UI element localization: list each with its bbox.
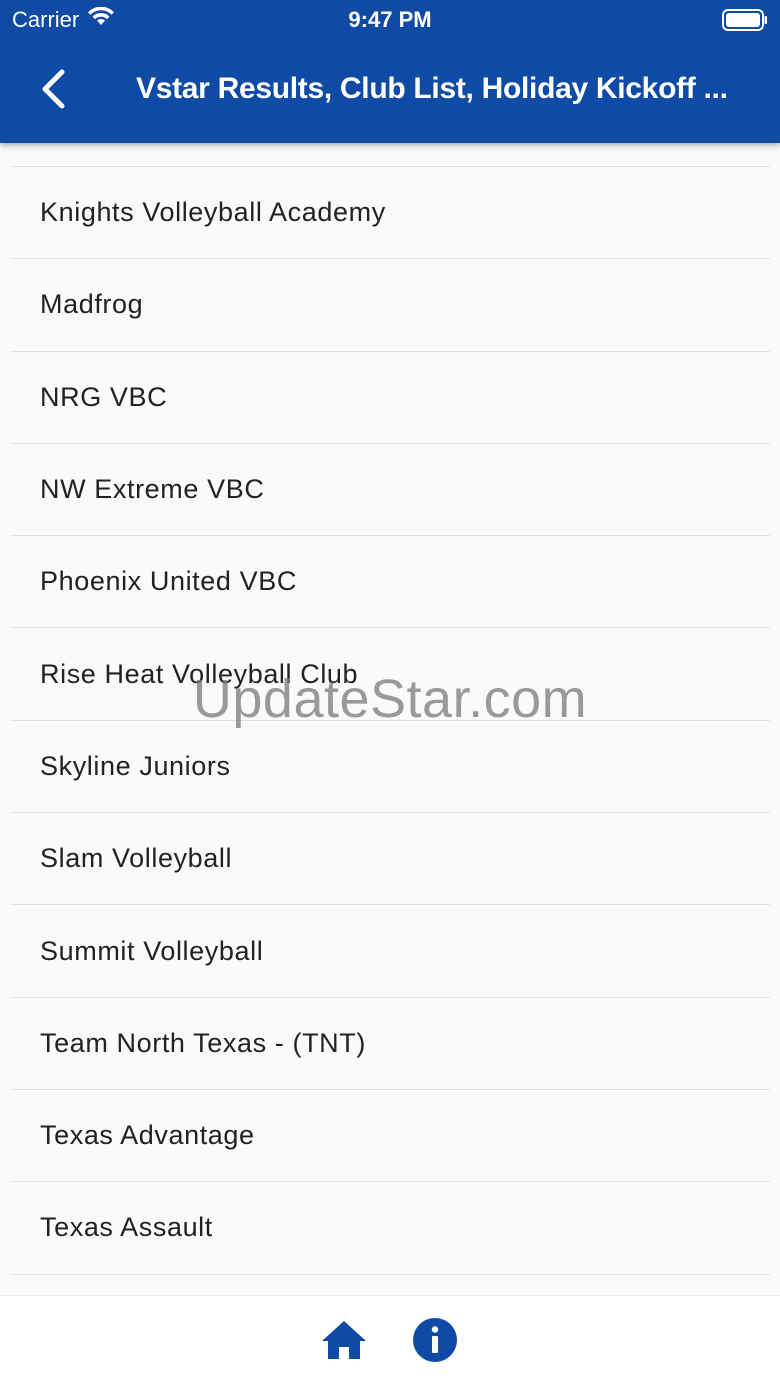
home-button[interactable] bbox=[320, 1318, 368, 1366]
club-name: Texas Assault bbox=[40, 1212, 213, 1243]
bottom-tab-bar bbox=[0, 1295, 780, 1387]
status-time: 9:47 PM bbox=[348, 7, 432, 32]
club-name: Team North Texas - (TNT) bbox=[40, 1027, 366, 1058]
chevron-left-icon bbox=[40, 69, 66, 114]
list-item[interactable]: NW Extreme VBC bbox=[10, 444, 770, 537]
list-item[interactable]: Phoenix United VBC bbox=[10, 536, 770, 629]
club-name: Skyline Juniors bbox=[40, 750, 231, 781]
list-item[interactable]: NRG VBC bbox=[10, 352, 770, 444]
club-name: Slam Volleyball bbox=[40, 843, 233, 874]
list-divider bbox=[10, 143, 770, 167]
navigation-bar: Vstar Results, Club List, Holiday Kickof… bbox=[0, 40, 780, 143]
info-button[interactable] bbox=[411, 1317, 459, 1368]
home-icon bbox=[320, 1318, 368, 1367]
list-item[interactable]: Team North Texas - (TNT) bbox=[10, 998, 770, 1090]
list-item[interactable]: Texas Assault bbox=[10, 1182, 770, 1275]
app-header: Carrier 9:47 PM Vstar Results, Club List… bbox=[0, 0, 780, 143]
list-item[interactable]: Rise Heat Volleyball Club bbox=[10, 628, 770, 721]
list-item[interactable]: Knights Volleyball Academy bbox=[10, 167, 770, 260]
list-item[interactable]: Madfrog bbox=[10, 259, 770, 352]
club-list: Knights Volleyball Academy Madfrog NRG V… bbox=[0, 143, 780, 1295]
battery-icon bbox=[722, 9, 768, 31]
page-title: Vstar Results, Club List, Holiday Kickof… bbox=[136, 72, 728, 105]
status-bar: Carrier 9:47 PM bbox=[0, 0, 780, 40]
list-item[interactable]: Summit Volleyball bbox=[10, 905, 770, 998]
list-item[interactable]: Skyline Juniors bbox=[10, 721, 770, 814]
club-name: NW Extreme VBC bbox=[40, 474, 265, 505]
club-name: Summit Volleyball bbox=[40, 935, 264, 966]
club-name: Knights Volleyball Academy bbox=[40, 197, 386, 228]
club-name: Madfrog bbox=[40, 289, 144, 320]
list-item[interactable]: Texas Advantage bbox=[10, 1090, 770, 1183]
list-item[interactable]: Slam Volleyball bbox=[10, 813, 770, 906]
club-name: NRG VBC bbox=[40, 381, 168, 412]
club-name: Phoenix United VBC bbox=[40, 566, 297, 597]
info-icon bbox=[412, 1317, 458, 1368]
club-name: Texas Advantage bbox=[40, 1120, 255, 1151]
back-button[interactable] bbox=[30, 68, 76, 114]
club-name: Rise Heat Volleyball Club bbox=[40, 658, 359, 689]
